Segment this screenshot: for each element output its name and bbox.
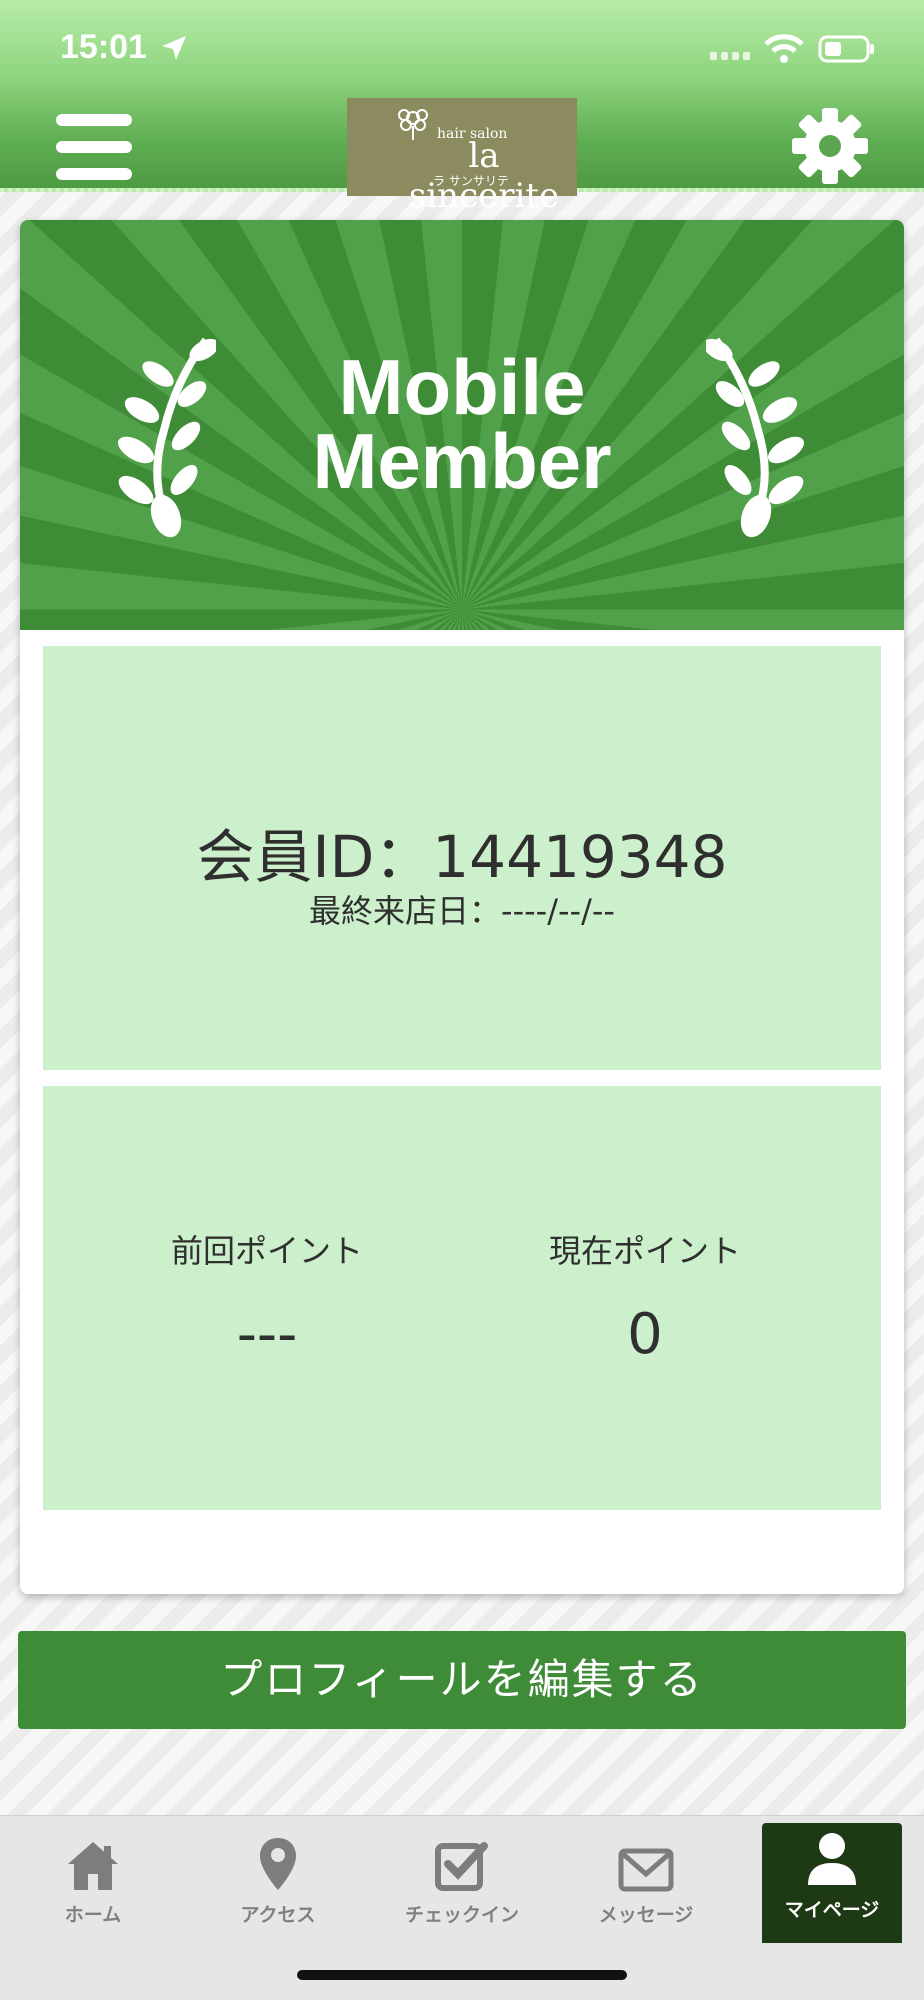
current-points-value: 0 <box>627 1302 663 1367</box>
home-indicator <box>297 1970 627 1980</box>
member-banner: Mobile Member <box>20 220 904 630</box>
tab-access[interactable]: アクセス <box>208 1828 348 1938</box>
cellular-signal-icon <box>710 52 750 60</box>
previous-points-label: 前回ポイント <box>170 1232 363 1270</box>
last-visit-date: 最終来店日：----/--/-- <box>309 892 615 930</box>
member-card: Mobile Member 会員ID：14419348 最終来店日：----/-… <box>20 220 904 1594</box>
tab-checkin[interactable]: チェックイン <box>392 1828 532 1938</box>
gear-icon[interactable] <box>790 106 870 186</box>
status-time: 15:01 <box>60 28 147 66</box>
tab-label: ホーム <box>64 1904 122 1926</box>
laurel-right-icon <box>706 337 805 538</box>
envelope-icon <box>618 1848 674 1892</box>
wifi-icon <box>764 34 804 63</box>
app-header: 15:01 hair salon la sincerite ラ サンサリテ <box>0 0 924 216</box>
battery-icon <box>818 35 874 63</box>
tab-message[interactable]: メッセージ <box>576 1828 716 1938</box>
edit-profile-button[interactable]: プロフィールを編集する <box>18 1631 906 1729</box>
tab-mypage[interactable]: マイページ <box>762 1823 902 1943</box>
menu-button[interactable] <box>56 114 132 180</box>
points-panel: 前回ポイント --- 現在ポイント 0 <box>43 1086 881 1510</box>
tab-label: メッセージ <box>598 1904 694 1926</box>
logo-kana: ラ サンサリテ <box>433 174 509 188</box>
checkbox-icon <box>435 1842 488 1891</box>
previous-points-value: --- <box>236 1302 298 1367</box>
person-icon <box>808 1833 856 1885</box>
member-id-panel: 会員ID：14419348 最終来店日：----/--/-- <box>43 646 881 1070</box>
tab-label: チェックイン <box>404 1904 519 1926</box>
hamburger-icon <box>56 114 132 126</box>
tab-label: アクセス <box>240 1904 316 1926</box>
tab-label: マイページ <box>784 1899 880 1921</box>
map-pin-icon <box>260 1838 296 1890</box>
current-points-label: 現在ポイント <box>548 1232 741 1270</box>
home-icon <box>68 1842 118 1890</box>
salon-logo: hair salon la sincerite ラ サンサリテ <box>347 98 577 216</box>
location-arrow-icon <box>162 36 186 60</box>
member-id: 会員ID：14419348 <box>196 823 728 891</box>
tab-home[interactable]: ホーム <box>23 1828 163 1938</box>
